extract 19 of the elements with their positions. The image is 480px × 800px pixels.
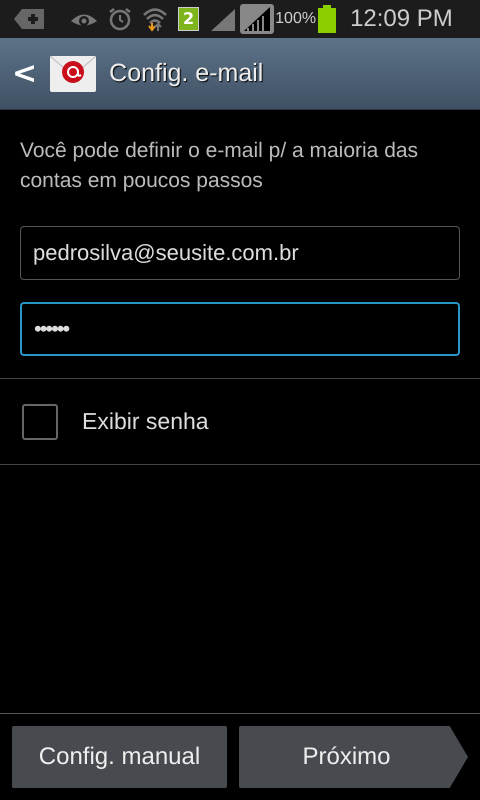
add-notification-icon (14, 7, 46, 31)
password-field[interactable]: •••••• (20, 302, 460, 356)
battery-percent: 100% (275, 9, 316, 29)
manual-setup-button[interactable]: Config. manual (12, 726, 227, 788)
envelope-icon (49, 54, 98, 94)
back-button[interactable]: < (12, 58, 38, 88)
screen-title: Config. e-mail (109, 58, 264, 89)
show-password-checkbox[interactable] (22, 404, 58, 440)
signal-icon (209, 7, 238, 31)
alarm-icon (108, 7, 132, 31)
checkbox-label: Exibir senha (82, 407, 209, 436)
email-field[interactable]: pedrosilva@seusite.com.br (20, 226, 460, 280)
clock: 12:09 PM (350, 4, 453, 34)
instruction-text: Você pode definir o e-mail p/ a maioria das contas em poucos passos (19, 138, 420, 194)
signal-icon (239, 3, 276, 35)
wifi-icon (142, 6, 168, 32)
sim-badge: 2 (178, 7, 200, 31)
battery-icon (318, 5, 336, 33)
next-button[interactable]: Próximo (239, 726, 468, 788)
